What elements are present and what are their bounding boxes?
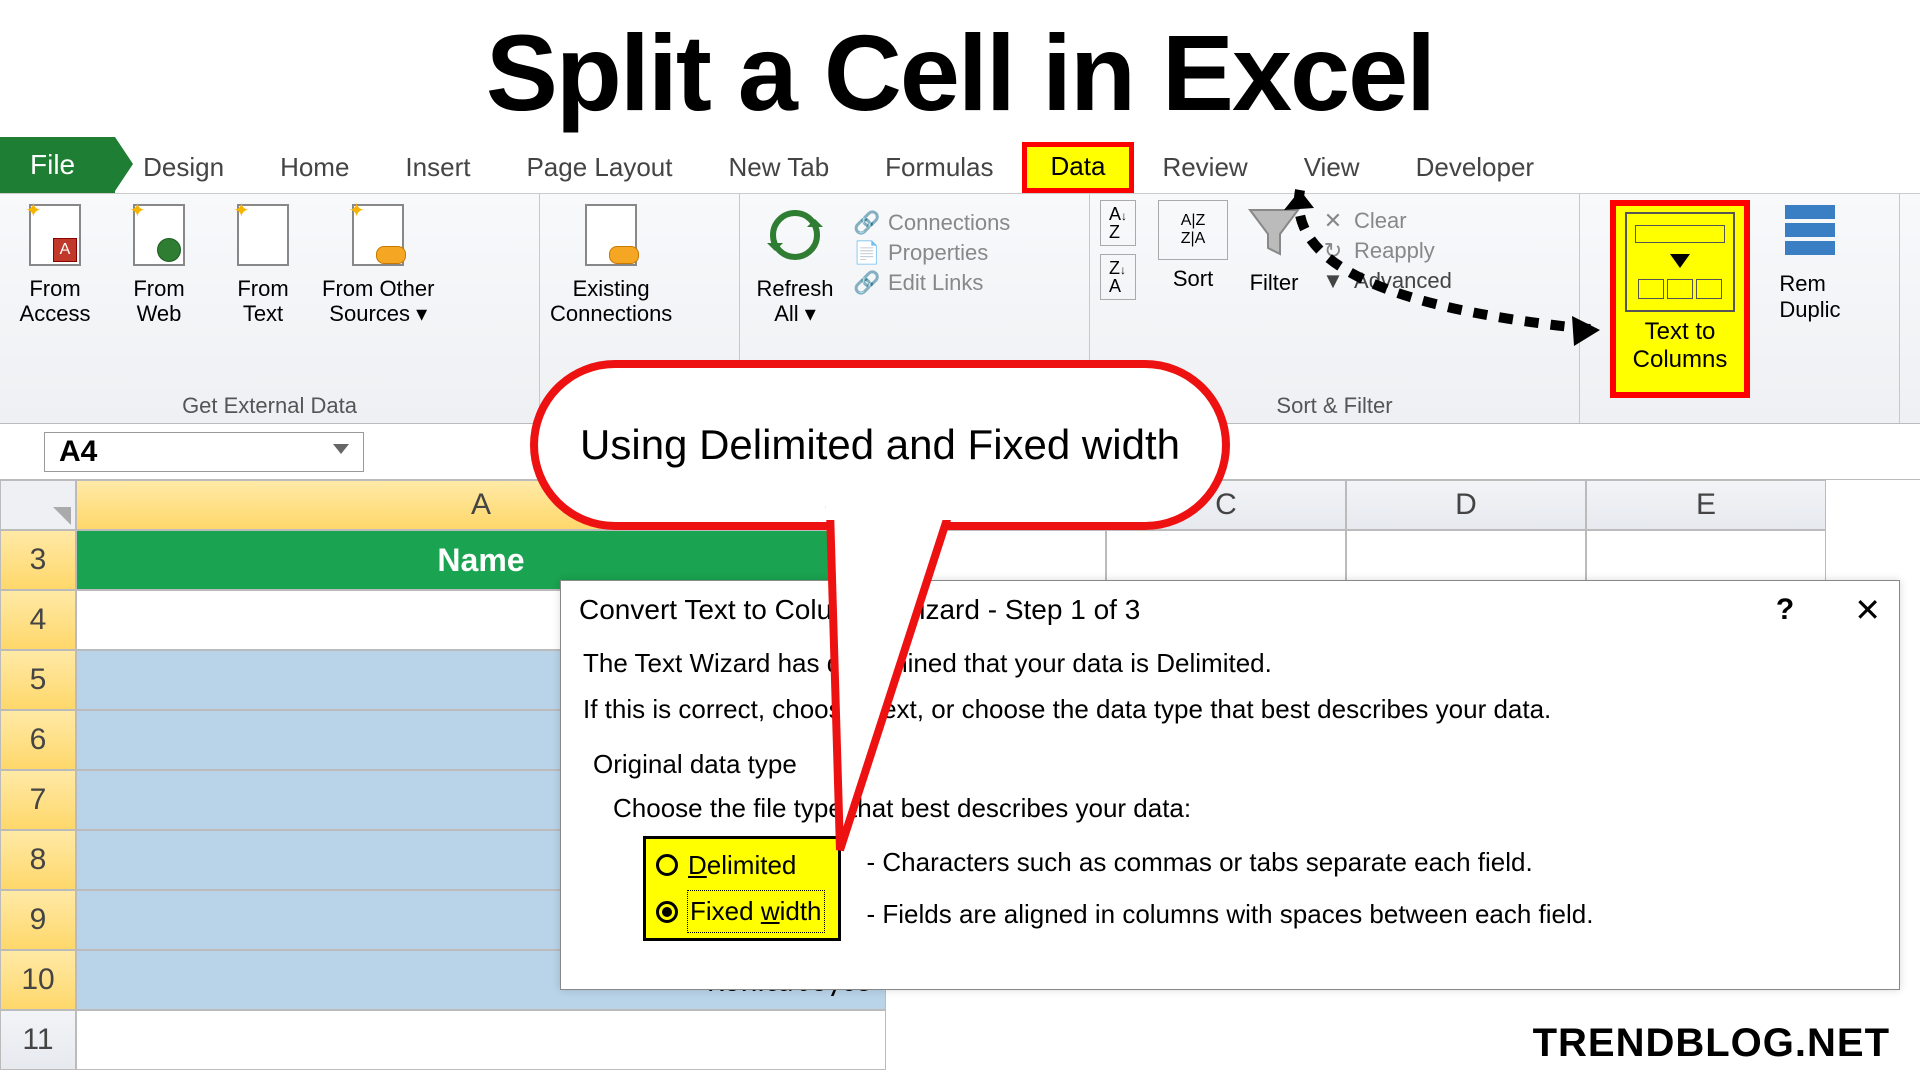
properties-icon: 📄 <box>854 240 880 266</box>
edit-links-button[interactable]: 🔗Edit Links <box>854 270 1010 296</box>
radio-fixed-width-desc: - Fields are aligned in columns with spa… <box>867 894 1594 934</box>
refresh-all-button[interactable]: Refresh All ▾ <box>750 200 840 327</box>
ribbon-tabs: File Design Home Insert Page Layout New … <box>0 140 1920 194</box>
wizard-help-button[interactable]: ? <box>1776 593 1794 627</box>
row-header-10[interactable]: 10 <box>0 950 76 1010</box>
radio-fixed-width-label: Fixed width <box>688 891 824 931</box>
sort-az-button[interactable]: A↓Z <box>1100 200 1136 246</box>
watermark: TRENDBLOG.NET <box>1533 1021 1890 1066</box>
name-box-dropdown-icon[interactable] <box>333 444 349 460</box>
from-access-button[interactable]: ✦AFrom Access <box>10 200 100 327</box>
col-header-e[interactable]: E <box>1586 480 1826 530</box>
row-header-4[interactable]: 4 <box>0 590 76 650</box>
properties-button[interactable]: 📄Properties <box>854 240 1010 266</box>
tab-formulas[interactable]: Formulas <box>857 144 1021 193</box>
refresh-all-label: Refresh All ▾ <box>756 276 833 327</box>
page-title: Split a Cell in Excel <box>0 0 1920 140</box>
advanced-icon: ▼ <box>1320 268 1346 294</box>
radio-fixed-width-icon <box>656 901 678 923</box>
tab-data[interactable]: Data <box>1022 142 1135 193</box>
sort-button[interactable]: A|ZZ|ASort <box>1158 200 1228 292</box>
wizard-close-button[interactable]: ✕ <box>1854 591 1881 629</box>
existing-connections-button[interactable]: Existing Connections <box>550 200 672 327</box>
from-text-label: From Text <box>237 276 288 327</box>
group-get-external-data-label: Get External Data <box>10 389 529 419</box>
select-all-corner[interactable] <box>0 480 76 530</box>
tab-page-layout[interactable]: Page Layout <box>498 144 700 193</box>
connections-button[interactable]: 🔗Connections <box>854 210 1010 236</box>
clear-filter-button[interactable]: ✕Clear <box>1320 208 1452 234</box>
row-header-3[interactable]: 3 <box>0 530 76 590</box>
from-text-button[interactable]: ✦From Text <box>218 200 308 327</box>
row-header-9[interactable]: 9 <box>0 890 76 950</box>
from-access-label: From Access <box>20 276 91 327</box>
filter-button[interactable]: Filter <box>1242 200 1306 296</box>
reapply-filter-button[interactable]: ↻Reapply <box>1320 238 1452 264</box>
reapply-icon: ↻ <box>1320 238 1346 264</box>
remove-duplicates-icon <box>1785 205 1835 265</box>
radio-fixed-width[interactable]: Fixed width <box>656 891 824 931</box>
row-header-6[interactable]: 6 <box>0 710 76 770</box>
callout-annotation: Using Delimited and Fixed width <box>530 360 1270 570</box>
from-other-label: From Other Sources ▾ <box>322 276 434 327</box>
text-to-columns-button[interactable]: Text to Columns <box>1610 200 1750 398</box>
row-header-5[interactable]: 5 <box>0 650 76 710</box>
tab-home[interactable]: Home <box>252 144 377 193</box>
from-other-sources-button[interactable]: ✦From Other Sources ▾ <box>322 200 434 327</box>
tab-view[interactable]: View <box>1276 144 1388 193</box>
advanced-filter-button[interactable]: ▼Advanced <box>1320 268 1452 294</box>
tab-insert[interactable]: Insert <box>377 144 498 193</box>
sort-za-button[interactable]: Z↓A <box>1100 254 1136 300</box>
tab-review[interactable]: Review <box>1134 144 1275 193</box>
tab-new-tab[interactable]: New Tab <box>700 144 857 193</box>
clear-icon: ✕ <box>1320 208 1346 234</box>
edit-links-icon: 🔗 <box>854 270 880 296</box>
row-header-7[interactable]: 7 <box>0 770 76 830</box>
tab-developer[interactable]: Developer <box>1388 144 1563 193</box>
tab-design[interactable]: Design <box>115 144 252 193</box>
connections-icon: 🔗 <box>854 210 880 236</box>
row-header-8[interactable]: 8 <box>0 830 76 890</box>
name-box[interactable]: A4 <box>44 432 364 472</box>
from-web-label: From Web <box>133 276 184 327</box>
col-header-d[interactable]: D <box>1346 480 1586 530</box>
text-to-columns-icon <box>1625 212 1735 312</box>
filter-icon <box>1242 200 1306 270</box>
remove-duplicates-button[interactable]: Rem Duplic <box>1770 205 1850 323</box>
cell-a11[interactable] <box>76 1010 886 1070</box>
existing-connections-label: Existing Connections <box>550 276 672 327</box>
row-header-11[interactable]: 11 <box>0 1010 76 1070</box>
from-web-button[interactable]: ✦From Web <box>114 200 204 327</box>
tab-file[interactable]: File <box>0 137 115 193</box>
